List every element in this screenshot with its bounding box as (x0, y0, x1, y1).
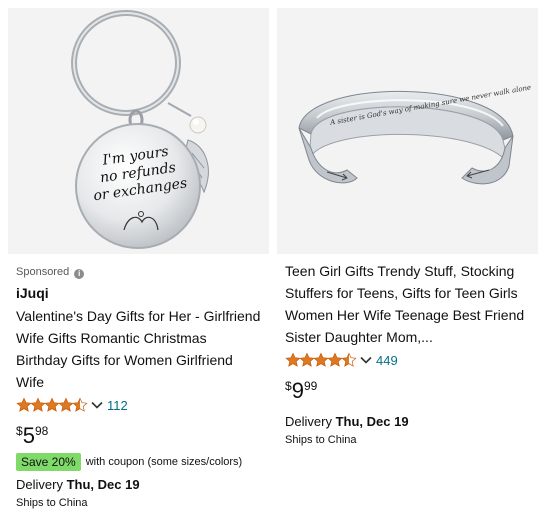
price-symbol: $ (285, 379, 292, 393)
info-icon[interactable]: i (74, 269, 85, 279)
bracelet-image (298, 91, 514, 185)
sponsored-text: Sponsored (16, 266, 70, 278)
price-fraction: 99 (303, 379, 318, 393)
price[interactable]: $ 9 99 (285, 379, 317, 403)
rating-row[interactable]: 449 (285, 352, 398, 368)
price-whole: 9 (291, 378, 304, 403)
product-title[interactable]: Teen Girl Gifts Trendy Stuff, Stocking S… (285, 260, 535, 348)
product-card[interactable]: I'm yours no refunds or exchanges Sponso… (8, 0, 269, 514)
chevron-down-icon[interactable] (360, 356, 372, 364)
delivery-prefix: Delivery (285, 414, 336, 429)
rating-count[interactable]: 449 (376, 353, 398, 368)
delivery-info: Delivery Thu, Dec 19 (16, 477, 140, 492)
product-card[interactable]: A sister is God's way of making sure we … (277, 0, 538, 514)
product-image[interactable]: A sister is God's way of making sure we … (277, 8, 538, 254)
delivery-date: Thu, Dec 19 (335, 414, 409, 429)
rating-count[interactable]: 112 (107, 398, 128, 413)
delivery-date: Thu, Dec 19 (66, 477, 140, 492)
chevron-down-icon[interactable] (91, 401, 103, 409)
coupon-row: Save 20% with coupon (some sizes/colors) (16, 453, 242, 471)
price[interactable]: $ 5 98 (16, 424, 48, 448)
keychain-image (71, 10, 209, 249)
coupon-text: with coupon (some sizes/colors) (85, 456, 243, 468)
delivery-info: Delivery Thu, Dec 19 (285, 414, 409, 429)
delivery-prefix: Delivery (16, 477, 67, 492)
brand-name: iJuqi (16, 285, 49, 301)
product-image[interactable]: I'm yours no refunds or exchanges (8, 8, 269, 254)
coupon-badge: Save 20% (16, 453, 81, 471)
price-whole: 5 (22, 423, 35, 448)
star-half-icon (341, 352, 357, 367)
rating-row[interactable]: 112 (16, 397, 128, 413)
ships-to: Ships to China (285, 434, 357, 446)
star-rating[interactable] (285, 352, 357, 368)
star-rating[interactable] (16, 397, 88, 413)
ships-to: Ships to China (16, 497, 88, 509)
price-symbol: $ (16, 424, 23, 438)
product-title[interactable]: Valentine's Day Gifts for Her - Girlfrie… (16, 305, 261, 393)
star-half-icon (72, 397, 88, 412)
sponsored-label[interactable]: Sponsored i (16, 266, 85, 279)
price-fraction: 98 (34, 424, 49, 438)
